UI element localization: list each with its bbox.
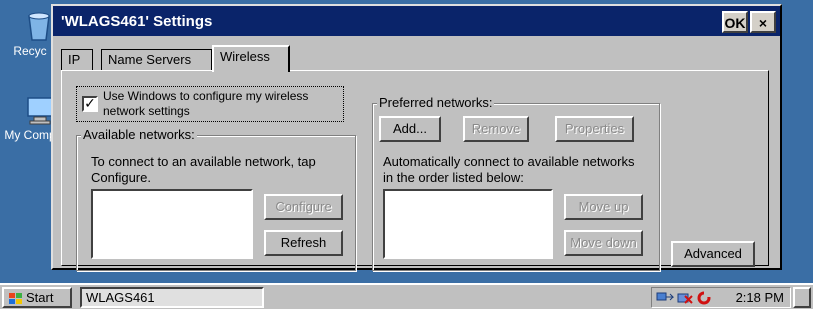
tab-ip[interactable]: IP bbox=[61, 49, 93, 71]
taskbar-task-wlags461[interactable]: WLAGS461 bbox=[80, 287, 264, 308]
dialog-title: 'WLAGS461' Settings bbox=[61, 13, 213, 30]
wireless-disconnected-icon[interactable] bbox=[676, 291, 694, 305]
network-properties-button[interactable]: Properties bbox=[555, 116, 634, 142]
add-network-button[interactable]: Add... bbox=[379, 116, 441, 142]
preferred-networks-description: Automatically connect to available netwo… bbox=[383, 154, 635, 185]
show-desktop-button[interactable] bbox=[793, 287, 811, 308]
tab-wireless[interactable]: Wireless bbox=[212, 45, 290, 72]
use-windows-option[interactable]: ✓ Use Windows to configure my wireless n… bbox=[76, 86, 344, 122]
start-button[interactable]: Start bbox=[2, 287, 72, 308]
dialog-titlebar[interactable]: 'WLAGS461' Settings OK × bbox=[53, 6, 780, 36]
windows-flag-icon bbox=[9, 293, 22, 304]
advanced-button[interactable]: Advanced bbox=[671, 241, 755, 267]
available-networks-description: To connect to an available network, tap … bbox=[91, 154, 316, 185]
available-networks-title: Available networks: bbox=[81, 127, 197, 142]
remove-network-button[interactable]: Remove bbox=[463, 116, 529, 142]
preferred-networks-list[interactable] bbox=[383, 189, 553, 259]
settings-dialog: 'WLAGS461' Settings OK × IP Name Servers… bbox=[51, 4, 782, 271]
close-button[interactable]: × bbox=[750, 11, 776, 33]
refresh-button[interactable]: Refresh bbox=[264, 230, 343, 256]
move-up-button[interactable]: Move up bbox=[564, 194, 643, 220]
move-down-button[interactable]: Move down bbox=[564, 230, 643, 256]
system-tray: 2:18 PM bbox=[651, 287, 791, 308]
sync-icon[interactable] bbox=[696, 291, 712, 305]
network-status-icon[interactable] bbox=[656, 291, 674, 305]
use-windows-label: Use Windows to configure my wireless net… bbox=[103, 89, 309, 118]
available-networks-list[interactable] bbox=[91, 189, 253, 259]
recycle-bin-icon bbox=[28, 12, 50, 41]
configure-button[interactable]: Configure bbox=[264, 194, 343, 220]
start-label: Start bbox=[26, 290, 54, 305]
tab-name-servers[interactable]: Name Servers bbox=[101, 49, 212, 71]
taskbar: Start WLAGS461 2:18 PM bbox=[0, 283, 813, 309]
preferred-networks-title: Preferred networks: bbox=[377, 95, 495, 110]
ok-button[interactable]: OK bbox=[722, 11, 748, 33]
clock[interactable]: 2:18 PM bbox=[736, 290, 784, 305]
use-windows-checkbox[interactable]: ✓ bbox=[82, 96, 98, 112]
